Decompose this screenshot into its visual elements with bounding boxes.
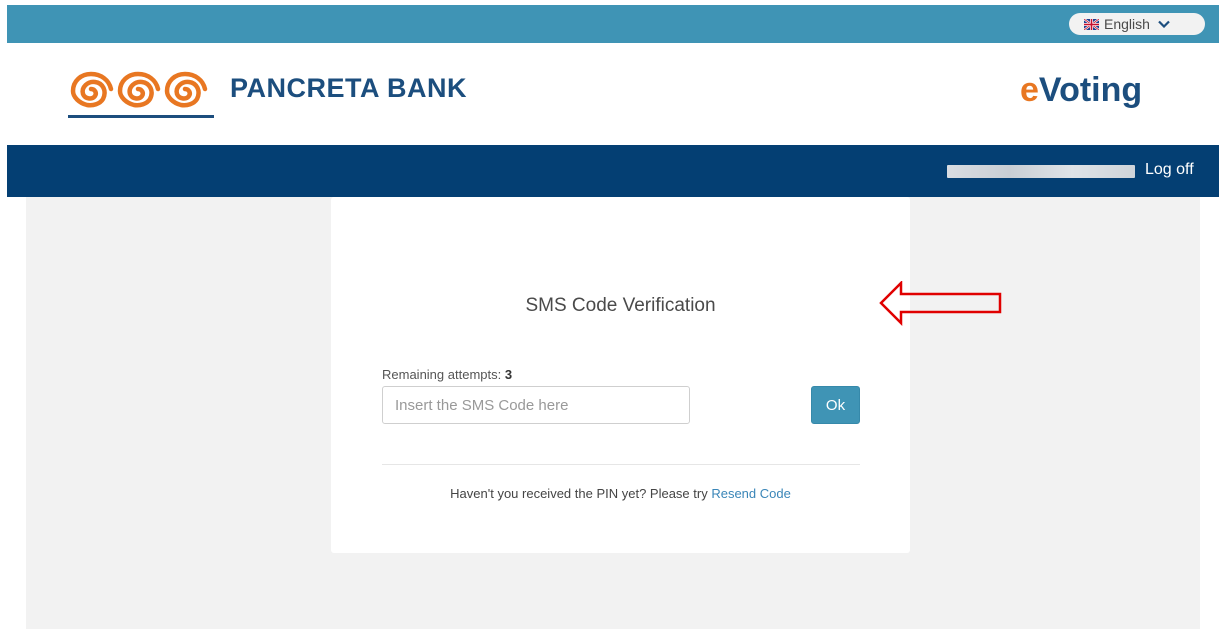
evoting-logo: eVoting (1020, 71, 1142, 110)
language-label: English (1104, 16, 1150, 32)
site-header: PANCRETA BANK eVoting (7, 43, 1219, 145)
resend-code-link[interactable]: Resend Code (711, 486, 791, 501)
sms-code-input[interactable] (382, 386, 690, 424)
evoting-word: Voting (1038, 71, 1143, 109)
resend-line: Haven't you received the PIN yet? Please… (331, 486, 910, 501)
evoting-e: e (1020, 71, 1039, 109)
content-area: SMS Code Verification Remaining attempts… (26, 197, 1200, 629)
remaining-attempts-label: Remaining attempts: (382, 367, 505, 382)
resend-prompt: Haven't you received the PIN yet? Please… (450, 486, 712, 501)
remaining-attempts: Remaining attempts: 3 (382, 367, 512, 382)
page-title: SMS Code Verification (525, 295, 716, 316)
uk-flag-icon (1084, 18, 1099, 30)
logoff-link[interactable]: Log off (1145, 161, 1194, 179)
chevron-down-icon (1158, 20, 1170, 28)
language-bar: English (7, 5, 1219, 43)
language-selector[interactable]: English (1069, 13, 1205, 35)
annotation-arrow-icon (879, 281, 1002, 327)
pancreta-bank-logo (68, 71, 214, 118)
top-navbar: Log off (7, 145, 1219, 197)
verification-card: SMS Code Verification Remaining attempts… (331, 197, 910, 553)
user-email-redacted (947, 165, 1135, 178)
divider (382, 464, 860, 465)
remaining-attempts-count: 3 (504, 367, 513, 382)
ok-button[interactable]: Ok (811, 386, 860, 424)
bank-name: PANCRETA BANK (230, 73, 467, 103)
